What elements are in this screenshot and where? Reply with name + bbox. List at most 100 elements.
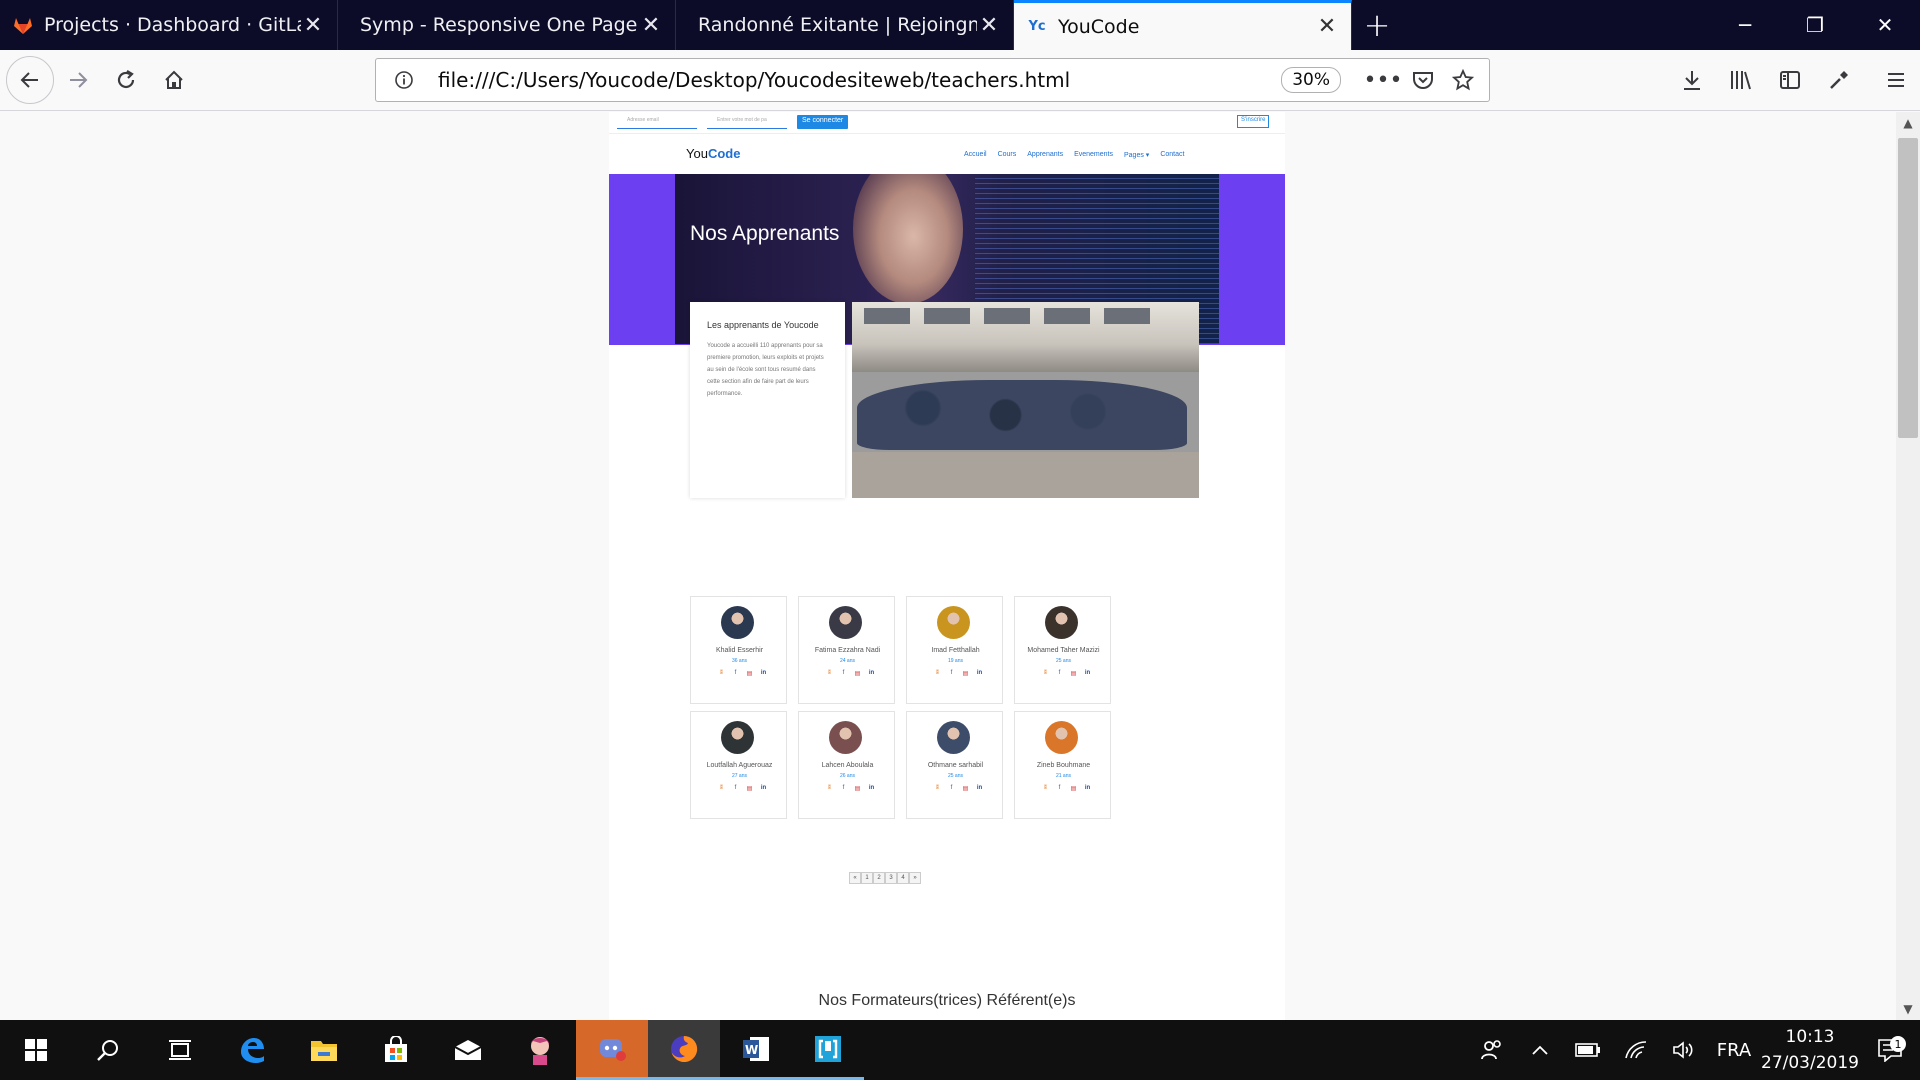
page-link[interactable]: 1 bbox=[861, 872, 873, 884]
menu-item-contact[interactable]: Contact bbox=[1160, 151, 1184, 159]
sidebar-icon[interactable] bbox=[1765, 56, 1814, 104]
info-icon[interactable] bbox=[384, 70, 424, 90]
task-view-icon[interactable] bbox=[144, 1020, 216, 1080]
gitlab-icon[interactable]: ʬ bbox=[934, 785, 941, 792]
zoom-level-badge[interactable]: 30% bbox=[1281, 67, 1341, 93]
password-field[interactable]: Entrer votre mot de pa bbox=[707, 117, 787, 129]
close-tab-icon[interactable]: ✕ bbox=[977, 13, 1001, 38]
bookmark-star-icon[interactable] bbox=[1443, 69, 1483, 91]
facebook-icon[interactable]: f bbox=[948, 670, 955, 677]
page-link[interactable]: 4 bbox=[897, 872, 909, 884]
student-card[interactable]: Mohamed Taher Mazizi 25 ans ʬ f ▤ in bbox=[1014, 596, 1111, 704]
student-card[interactable]: Othmane sarhabil 25 ans ʬ f ▤ in bbox=[906, 711, 1003, 819]
youcode-logo[interactable]: YouCode bbox=[686, 146, 740, 161]
file-explorer-icon[interactable] bbox=[288, 1020, 360, 1080]
scroll-down-icon[interactable]: ▼ bbox=[1896, 998, 1920, 1020]
gitlab-icon[interactable]: ʬ bbox=[826, 670, 833, 677]
close-tab-icon[interactable]: ✕ bbox=[639, 13, 663, 38]
download-icon[interactable] bbox=[1667, 56, 1716, 104]
linkedin-icon[interactable]: in bbox=[1084, 785, 1091, 792]
page-actions-icon[interactable]: ••• bbox=[1363, 68, 1403, 93]
close-tab-icon[interactable]: ✕ bbox=[1315, 14, 1339, 39]
scroll-thumb[interactable] bbox=[1898, 138, 1918, 438]
linkedin-icon[interactable]: in bbox=[1084, 670, 1091, 677]
edge-icon[interactable] bbox=[216, 1020, 288, 1080]
gitlab-icon[interactable]: ʬ bbox=[1042, 670, 1049, 677]
reload-button[interactable] bbox=[102, 56, 150, 104]
gitlab-icon[interactable]: ʬ bbox=[718, 670, 725, 677]
student-card[interactable]: Zineb Bouhmane 21 ans ʬ f ▤ in bbox=[1014, 711, 1111, 819]
linkedin-icon[interactable]: in bbox=[760, 670, 767, 677]
cv-icon[interactable]: ▤ bbox=[854, 670, 861, 677]
back-button[interactable] bbox=[6, 56, 54, 104]
linkedin-icon[interactable]: in bbox=[868, 785, 875, 792]
tab-gitlab[interactable]: Projects · Dashboard · GitLab ✕ bbox=[0, 0, 338, 50]
facebook-icon[interactable]: f bbox=[732, 670, 739, 677]
linkedin-icon[interactable]: in bbox=[976, 670, 983, 677]
signup-button[interactable]: S'inscrire bbox=[1237, 115, 1270, 128]
pocket-icon[interactable] bbox=[1403, 70, 1443, 90]
people-icon[interactable] bbox=[1468, 1020, 1516, 1080]
forward-button[interactable] bbox=[54, 56, 102, 104]
page-link[interactable]: » bbox=[909, 872, 921, 884]
clock[interactable]: 10:13 27/03/2019 bbox=[1760, 1024, 1860, 1076]
cv-icon[interactable]: ▤ bbox=[746, 670, 753, 677]
linkedin-icon[interactable]: in bbox=[760, 785, 767, 792]
student-card[interactable]: Fatima Ezzahra Nadi 24 ans ʬ f ▤ in bbox=[798, 596, 895, 704]
gitlab-icon[interactable]: ʬ bbox=[1042, 785, 1049, 792]
tab-symp[interactable]: Symp - Responsive One Page VCard ✕ bbox=[338, 0, 676, 50]
student-card[interactable]: Loutfallah Aguerouaz 27 ans ʬ f ▤ in bbox=[690, 711, 787, 819]
search-icon[interactable] bbox=[72, 1020, 144, 1080]
new-tab-button[interactable]: + bbox=[1352, 0, 1402, 50]
volume-icon[interactable] bbox=[1660, 1020, 1708, 1080]
menu-item-apprenants[interactable]: Apprenants bbox=[1027, 151, 1063, 159]
minimize-icon[interactable]: ─ bbox=[1710, 0, 1780, 50]
tab-randonne[interactable]: Randonné Exitante | Rejoingnez l'av ✕ bbox=[676, 0, 1014, 50]
close-tab-icon[interactable]: ✕ bbox=[301, 13, 325, 38]
cv-icon[interactable]: ▤ bbox=[1070, 785, 1077, 792]
student-card[interactable]: Khalid Esserhir 36 ans ʬ f ▤ in bbox=[690, 596, 787, 704]
linkedin-icon[interactable]: in bbox=[868, 670, 875, 677]
gitlab-icon[interactable]: ʬ bbox=[826, 785, 833, 792]
menu-item-pages[interactable]: Pages ▾ bbox=[1124, 151, 1149, 159]
facebook-icon[interactable]: f bbox=[840, 670, 847, 677]
cv-icon[interactable]: ▤ bbox=[854, 785, 861, 792]
start-icon[interactable] bbox=[0, 1020, 72, 1080]
home-button[interactable] bbox=[150, 56, 198, 104]
eyedropper-icon[interactable] bbox=[1814, 56, 1863, 104]
vertical-scrollbar[interactable]: ▲ ▼ bbox=[1896, 112, 1920, 1020]
chevron-up-icon[interactable] bbox=[1516, 1020, 1564, 1080]
tab-youcode[interactable]: Yc YouCode ✕ bbox=[1014, 0, 1352, 50]
menu-item-cours[interactable]: Cours bbox=[998, 151, 1017, 159]
menu-item-evenements[interactable]: Evenements bbox=[1074, 151, 1113, 159]
wifi-icon[interactable] bbox=[1612, 1020, 1660, 1080]
menu-item-accueil[interactable]: Accueil bbox=[964, 151, 987, 159]
cv-icon[interactable]: ▤ bbox=[962, 785, 969, 792]
store-icon[interactable] bbox=[360, 1020, 432, 1080]
page-link[interactable]: 2 bbox=[873, 872, 885, 884]
student-card[interactable]: Imad Fetthallah 19 ans ʬ f ▤ in bbox=[906, 596, 1003, 704]
language-indicator[interactable]: FRA bbox=[1708, 1040, 1760, 1061]
close-window-icon[interactable]: ✕ bbox=[1850, 0, 1920, 50]
email-field[interactable]: Adresse email bbox=[617, 117, 697, 129]
menu-icon[interactable] bbox=[1871, 56, 1920, 104]
firefox-icon[interactable] bbox=[648, 1020, 720, 1080]
facebook-icon[interactable]: f bbox=[1056, 670, 1063, 677]
facebook-icon[interactable]: f bbox=[1056, 785, 1063, 792]
library-icon[interactable] bbox=[1716, 56, 1765, 104]
cv-icon[interactable]: ▤ bbox=[962, 670, 969, 677]
action-center-icon[interactable]: 1 bbox=[1860, 1036, 1920, 1062]
word-icon[interactable]: W bbox=[720, 1020, 792, 1080]
login-button[interactable]: Se connecter bbox=[797, 115, 849, 129]
url-bar[interactable]: file:///C:/Users/Youcode/Desktop/Youcode… bbox=[375, 58, 1490, 102]
battery-icon[interactable] bbox=[1564, 1020, 1612, 1080]
gitlab-icon[interactable]: ʬ bbox=[934, 670, 941, 677]
linkedin-icon[interactable]: in bbox=[976, 785, 983, 792]
student-card[interactable]: Lahcen Aboulala 26 ans ʬ f ▤ in bbox=[798, 711, 895, 819]
page-link[interactable]: 3 bbox=[885, 872, 897, 884]
discord-icon[interactable] bbox=[576, 1020, 648, 1080]
facebook-icon[interactable]: f bbox=[948, 785, 955, 792]
restore-icon[interactable]: ❐ bbox=[1780, 0, 1850, 50]
gitlab-icon[interactable]: ʬ bbox=[718, 785, 725, 792]
facebook-icon[interactable]: f bbox=[732, 785, 739, 792]
